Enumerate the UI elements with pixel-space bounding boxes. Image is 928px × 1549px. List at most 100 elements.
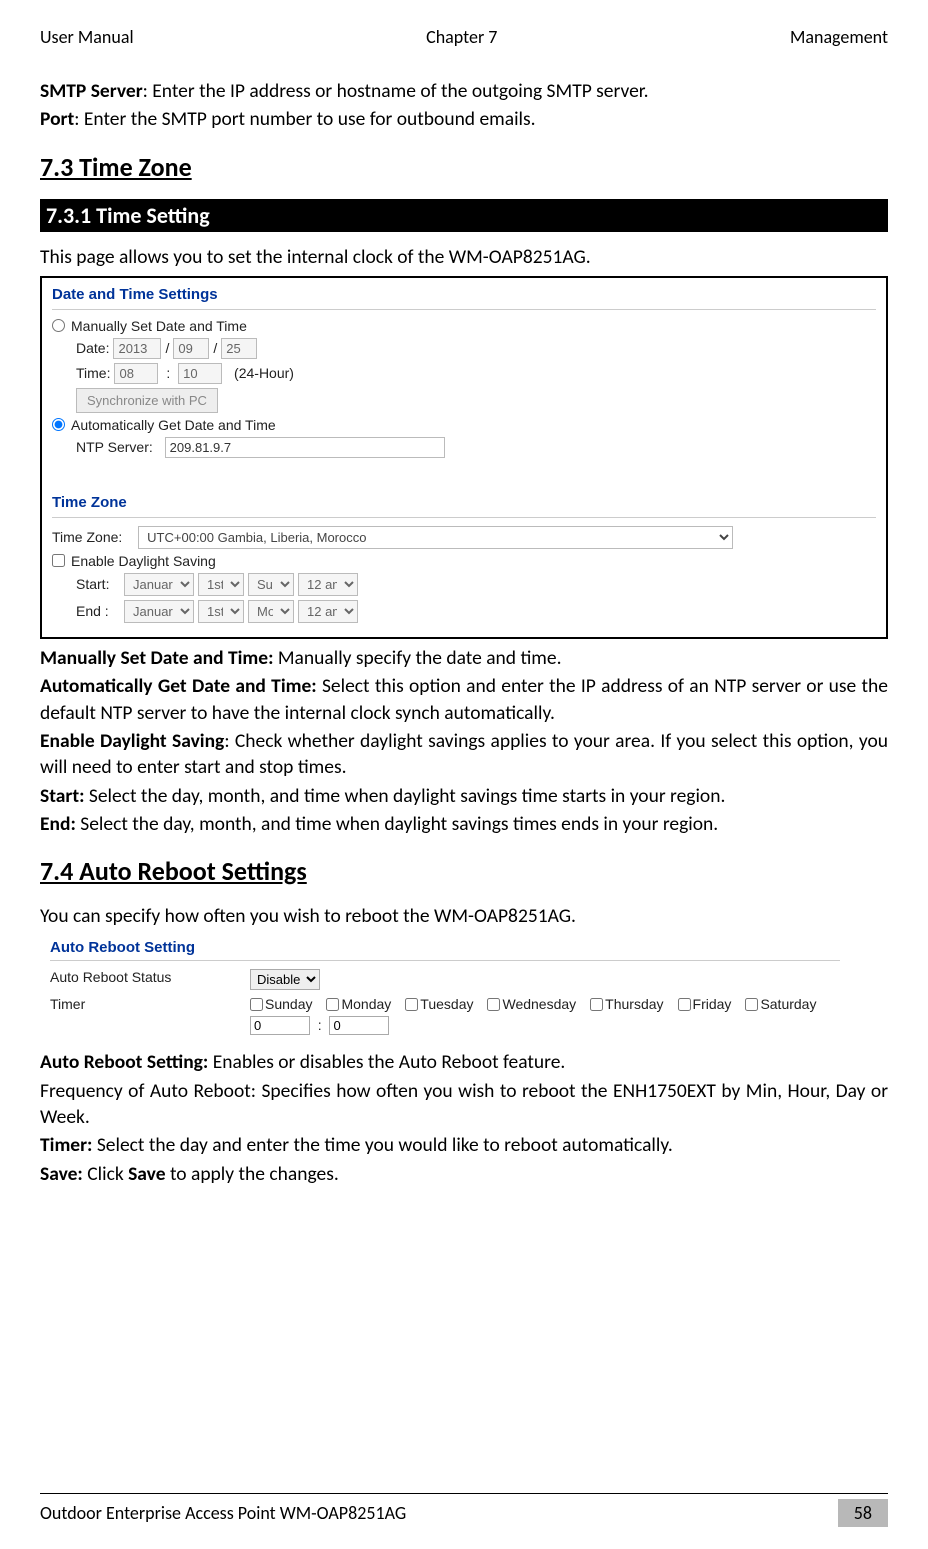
day-label: Thursday	[605, 996, 663, 1012]
t: Select the day, month, and time when day…	[76, 812, 718, 836]
day-label: Wednesday	[502, 996, 576, 1012]
t: Select the day, month, and time when day…	[84, 784, 725, 808]
page-footer: Outdoor Enterprise Access Point WM-OAP82…	[40, 1493, 888, 1527]
tz-legend: Time Zone	[52, 494, 876, 511]
date-month[interactable]	[173, 338, 209, 359]
b: Automatically Get Date and Time:	[40, 674, 317, 698]
divider	[50, 960, 840, 961]
ar-status-select[interactable]: Disable	[250, 969, 320, 990]
def-start: Start: Select the day, month, and time w…	[40, 783, 888, 809]
b: Save:	[40, 1162, 83, 1186]
page-number: 58	[838, 1499, 888, 1527]
port-label: Port	[40, 107, 74, 131]
def-save: Save: Click Save to apply the changes.	[40, 1161, 888, 1187]
day-wed-checkbox[interactable]	[487, 998, 500, 1011]
port-text: : Enter the SMTP port number to use for …	[74, 107, 535, 131]
dst-start-month[interactable]: January	[124, 573, 194, 596]
day-label: Saturday	[760, 996, 816, 1012]
ar-hour-input[interactable]	[250, 1016, 310, 1035]
smtp-text: : Enter the IP address or hostname of th…	[143, 79, 649, 103]
datetime-settings-screenshot: Date and Time Settings Manually Set Date…	[40, 276, 888, 639]
divider	[52, 517, 876, 518]
def-freq: Frequency of Auto Reboot: Specifies how …	[40, 1078, 888, 1131]
ar-days-row: Sunday Monday Tuesday Wednesday Thursday…	[250, 996, 888, 1012]
heading-7-3-1: 7.3.1 Time Setting	[40, 199, 888, 232]
date-label: Date:	[76, 340, 109, 356]
time-label: Time:	[76, 365, 110, 381]
t: Manually specify the date and time.	[273, 646, 561, 670]
b: End:	[40, 812, 76, 836]
dt-legend: Date and Time Settings	[52, 286, 876, 303]
b: Start:	[40, 784, 84, 808]
divider	[52, 309, 876, 310]
dst-checkbox[interactable]	[52, 554, 65, 567]
radio-manual[interactable]	[52, 319, 65, 332]
day-tue-checkbox[interactable]	[405, 998, 418, 1011]
day-fri-checkbox[interactable]	[678, 998, 691, 1011]
autoreboot-lead: You can specify how often you wish to re…	[40, 903, 888, 929]
t: Select the day and enter the time you wo…	[92, 1133, 672, 1157]
time-min[interactable]	[178, 363, 222, 384]
hdr-left: User Manual	[40, 26, 134, 48]
def-auto: Automatically Get Date and Time: Select …	[40, 673, 888, 726]
day-mon-checkbox[interactable]	[326, 998, 339, 1011]
t2: to apply the changes.	[166, 1162, 339, 1186]
dst-start-label: Start:	[76, 576, 120, 592]
day-sat-checkbox[interactable]	[745, 998, 758, 1011]
ntp-server-input[interactable]	[165, 437, 445, 458]
time-suffix: (24-Hour)	[234, 365, 294, 381]
day-label: Friday	[693, 996, 732, 1012]
ar-timer-label: Timer	[50, 996, 250, 1012]
tz-label: Time Zone:	[52, 529, 122, 545]
dst-end-month[interactable]: January	[124, 600, 194, 623]
autoreboot-screenshot: Auto Reboot Setting Auto Reboot Status D…	[50, 939, 888, 1035]
dst-start-week[interactable]: 1st	[198, 573, 244, 596]
b: Manually Set Date and Time:	[40, 646, 273, 670]
page-header: User Manual Chapter 7 Management	[40, 26, 888, 48]
heading-7-3: 7.3 Time Zone	[40, 151, 888, 183]
smtp-line: SMTP Server: Enter the IP address or hos…	[40, 78, 888, 104]
manual-label: Manually Set Date and Time	[71, 318, 247, 334]
dst-start-day[interactable]: Sun	[248, 573, 294, 596]
def-end: End: Select the day, month, and time whe…	[40, 811, 888, 837]
b: Enable Daylight Saving	[40, 729, 224, 753]
day-sun-checkbox[interactable]	[250, 998, 263, 1011]
date-year[interactable]	[113, 338, 161, 359]
ar-min-input[interactable]	[329, 1016, 389, 1035]
day-label: Sunday	[265, 996, 312, 1012]
b: Timer:	[40, 1133, 92, 1157]
port-line: Port: Enter the SMTP port number to use …	[40, 106, 888, 132]
radio-auto[interactable]	[52, 418, 65, 431]
b2: Save	[128, 1162, 165, 1186]
def-manual: Manually Set Date and Time: Manually spe…	[40, 645, 888, 671]
day-label: Monday	[341, 996, 391, 1012]
dst-start-hour[interactable]: 12 am	[298, 573, 358, 596]
def-timer: Timer: Select the day and enter the time…	[40, 1132, 888, 1158]
t: Click	[83, 1162, 128, 1186]
dst-label: Enable Daylight Saving	[71, 553, 216, 569]
dst-end-label: End :	[76, 603, 120, 619]
ar-legend: Auto Reboot Setting	[50, 939, 888, 956]
def-ars: Auto Reboot Setting: Enables or disables…	[40, 1049, 888, 1075]
dst-end-hour[interactable]: 12 am	[298, 600, 358, 623]
dst-end-week[interactable]: 1st	[198, 600, 244, 623]
time-setting-lead: This page allows you to set the internal…	[40, 244, 888, 270]
b: Auto Reboot Setting:	[40, 1050, 208, 1074]
heading-7-4: 7.4 Auto Reboot Settings	[40, 855, 888, 887]
dst-end-day[interactable]: Mon	[248, 600, 294, 623]
time-hour[interactable]	[114, 363, 158, 384]
auto-label: Automatically Get Date and Time	[71, 417, 276, 433]
timezone-select[interactable]: UTC+00:00 Gambia, Liberia, Morocco	[138, 526, 733, 549]
date-day[interactable]	[221, 338, 257, 359]
footer-left: Outdoor Enterprise Access Point WM-OAP82…	[40, 1502, 406, 1524]
smtp-label: SMTP Server	[40, 79, 143, 103]
sync-pc-button[interactable]: Synchronize with PC	[76, 388, 218, 413]
ar-status-label: Auto Reboot Status	[50, 969, 250, 985]
ntp-label: NTP Server:	[76, 439, 153, 455]
t: Enables or disables the Auto Reboot feat…	[208, 1050, 565, 1074]
hdr-right: Management	[790, 26, 888, 48]
day-thu-checkbox[interactable]	[590, 998, 603, 1011]
day-label: Tuesday	[420, 996, 473, 1012]
def-dst: Enable Daylight Saving: Check whether da…	[40, 728, 888, 781]
hdr-center: Chapter 7	[426, 26, 497, 48]
